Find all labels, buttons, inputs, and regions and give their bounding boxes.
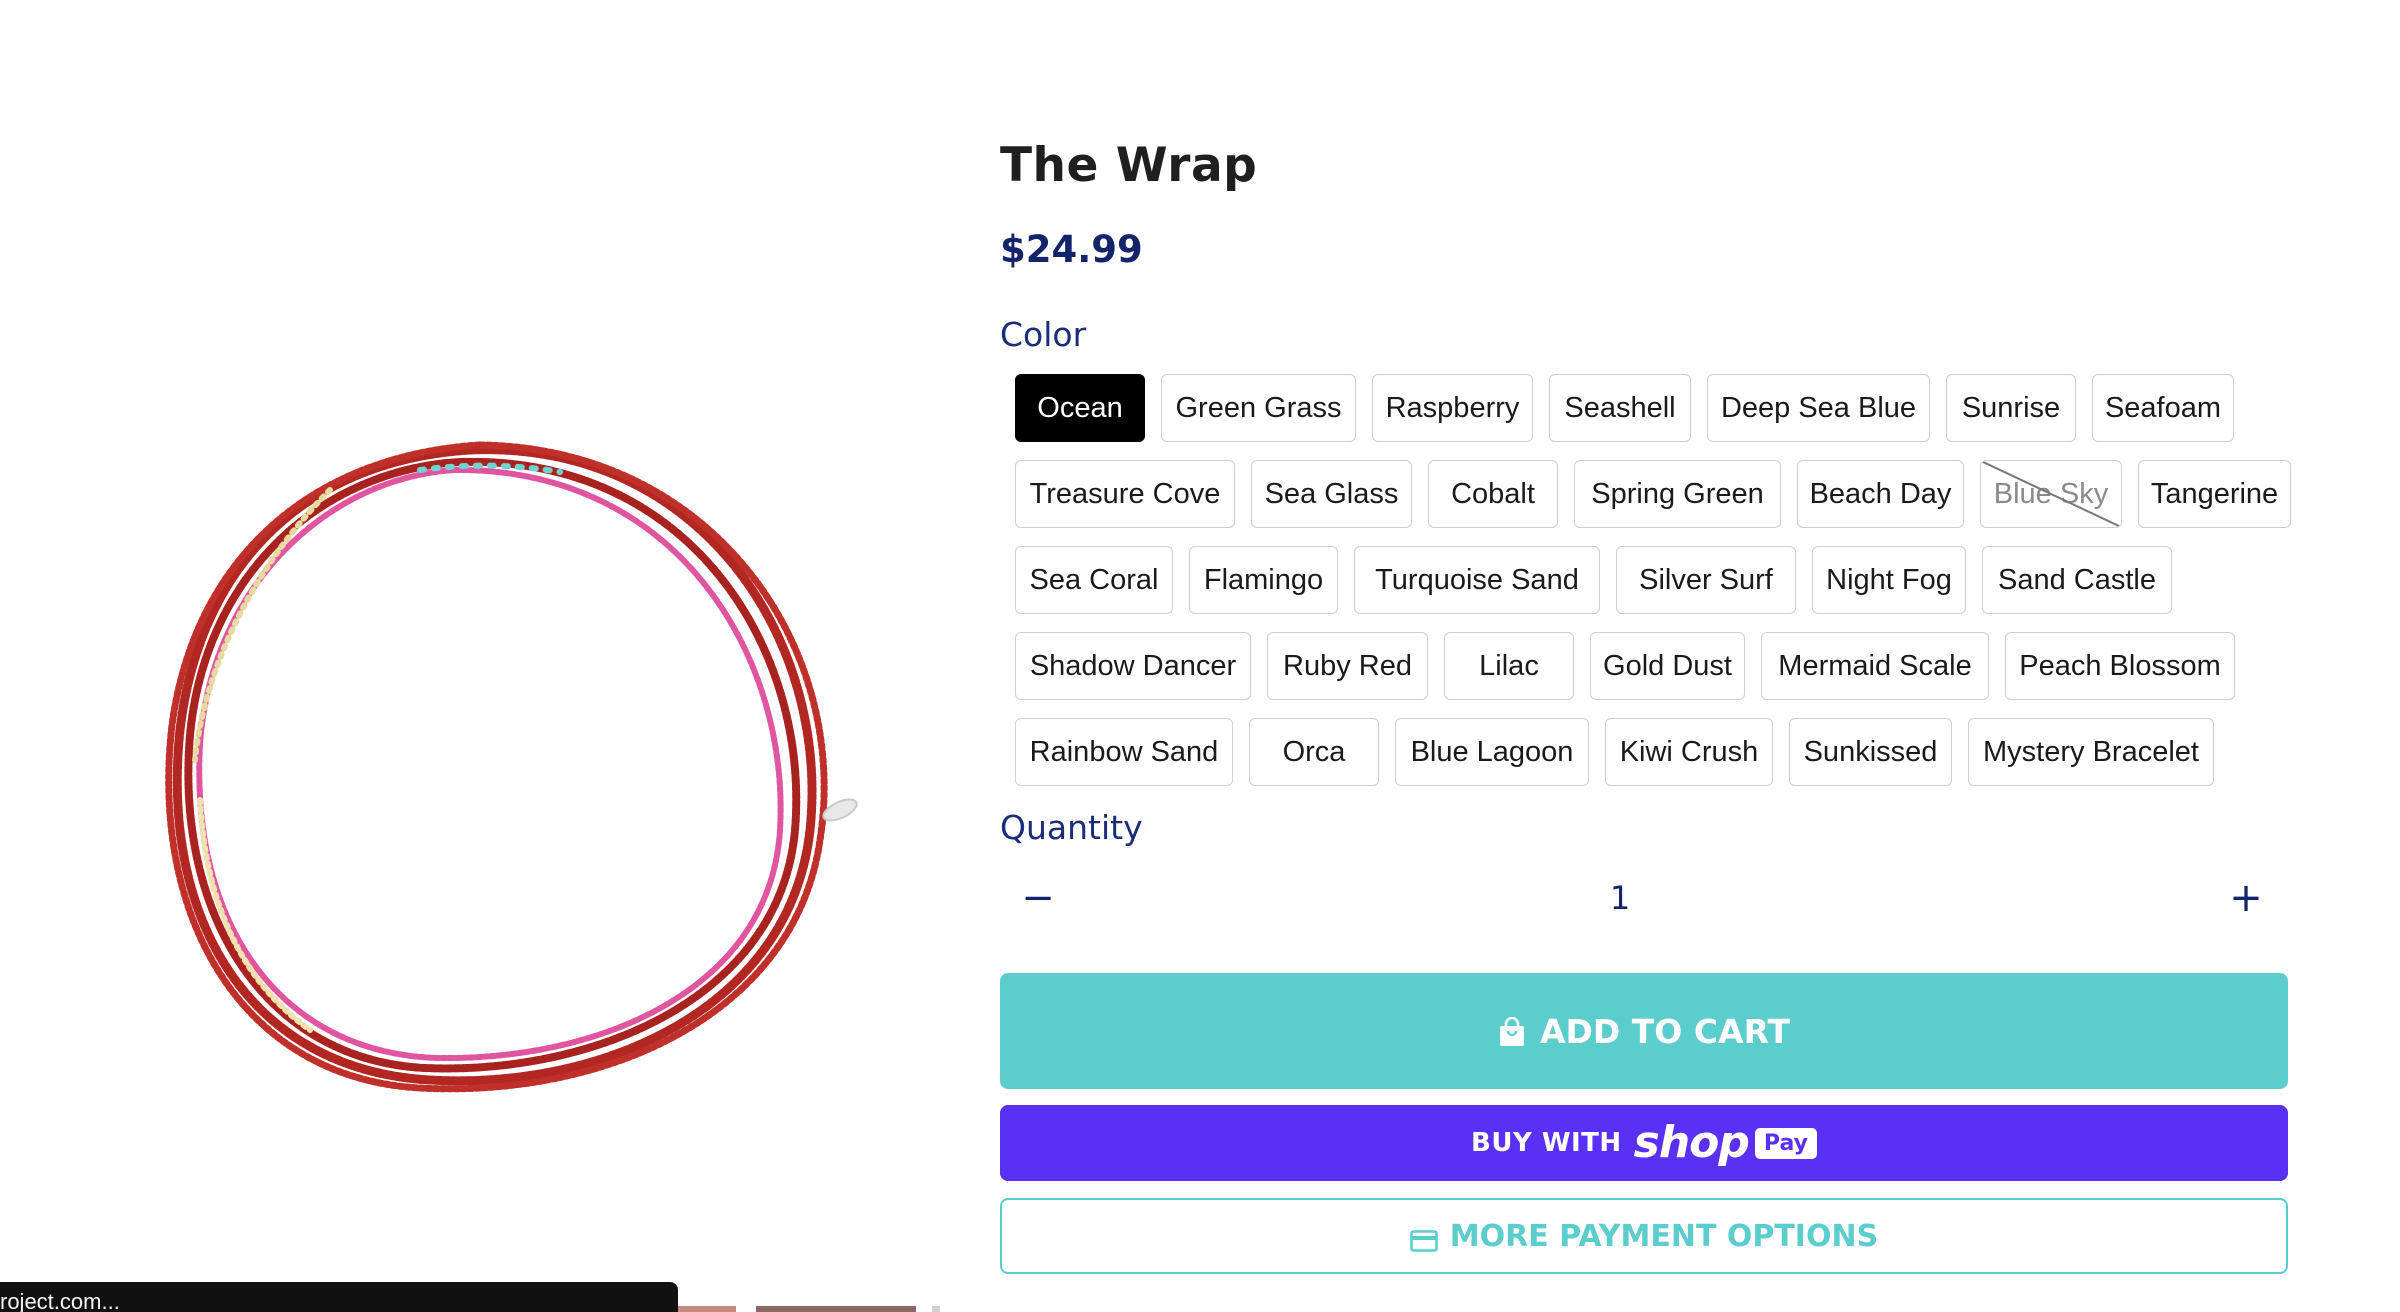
color-swatch[interactable]: Sea Glass xyxy=(1251,460,1412,528)
product-image[interactable] xyxy=(0,0,960,1312)
bracelet-image xyxy=(165,441,858,1093)
color-swatch[interactable]: Gold Dust xyxy=(1590,632,1745,700)
buy-with-shop-pay-button[interactable]: BUY WITH shop Pay xyxy=(1000,1105,2288,1181)
buy-with-label: BUY WITH xyxy=(1471,1128,1622,1158)
color-swatch[interactable]: Deep Sea Blue xyxy=(1707,374,1930,442)
color-swatch[interactable]: Treasure Cove xyxy=(1015,460,1235,528)
color-swatch[interactable]: Ocean xyxy=(1015,374,1145,442)
color-swatch[interactable]: Ruby Red xyxy=(1267,632,1428,700)
quantity-label: Quantity xyxy=(1000,808,1143,847)
thumbnail[interactable] xyxy=(670,1306,736,1312)
color-swatch[interactable]: Blue Sky xyxy=(1980,460,2122,528)
color-swatch[interactable]: Silver Surf xyxy=(1616,546,1796,614)
color-swatch[interactable]: Shadow Dancer xyxy=(1015,632,1251,700)
pay-badge: Pay xyxy=(1754,1127,1817,1159)
color-swatch[interactable]: Mystery Bracelet xyxy=(1968,718,2214,786)
thumbnail[interactable] xyxy=(932,1306,940,1312)
color-swatch-group: Ocean Green Grass Raspberry Seashell Dee… xyxy=(1000,0,2300,800)
add-to-cart-button[interactable]: ADD TO CART xyxy=(1000,973,2288,1089)
color-swatch[interactable]: Beach Day xyxy=(1797,460,1964,528)
color-swatch[interactable]: Orca xyxy=(1249,718,1379,786)
color-swatch[interactable]: Night Fog xyxy=(1812,546,1966,614)
more-payment-options-label: MORE PAYMENT OPTIONS xyxy=(1449,1218,1879,1254)
color-swatch[interactable]: Cobalt xyxy=(1428,460,1558,528)
color-swatch[interactable]: Blue Lagoon xyxy=(1395,718,1589,786)
increase-quantity-button[interactable]: + xyxy=(2214,866,2278,930)
color-swatch[interactable]: Spring Green xyxy=(1574,460,1781,528)
shop-logo: shop xyxy=(1633,1117,1750,1168)
decrease-quantity-button[interactable]: − xyxy=(1006,866,1070,930)
color-swatch[interactable]: Tangerine xyxy=(2138,460,2291,528)
thumbnail-strip xyxy=(670,1306,940,1312)
status-bar-link-preview: roject.com... xyxy=(0,1282,678,1312)
color-swatch[interactable]: Sand Castle xyxy=(1982,546,2172,614)
color-swatch[interactable]: Sunrise xyxy=(1946,374,2076,442)
color-swatch[interactable]: Raspberry xyxy=(1372,374,1533,442)
color-swatch[interactable]: Flamingo xyxy=(1189,546,1338,614)
credit-card-icon xyxy=(1409,1225,1438,1252)
product-info: The Wrap $24.99 Color Ocean Green Grass … xyxy=(1000,0,2300,1312)
add-to-cart-label: ADD TO CART xyxy=(1539,1011,1791,1051)
color-swatch[interactable]: Mermaid Scale xyxy=(1761,632,1989,700)
thumbnail[interactable] xyxy=(756,1306,916,1312)
color-swatch[interactable]: Kiwi Crush xyxy=(1605,718,1773,786)
color-swatch[interactable]: Turquoise Sand xyxy=(1354,546,1600,614)
color-swatch[interactable]: Green Grass xyxy=(1161,374,1356,442)
color-swatch[interactable]: Sunkissed xyxy=(1789,718,1952,786)
quantity-stepper: − + xyxy=(1000,866,2285,930)
color-swatch[interactable]: Lilac xyxy=(1444,632,1574,700)
color-swatch[interactable]: Sea Coral xyxy=(1015,546,1173,614)
more-payment-options-button[interactable]: MORE PAYMENT OPTIONS xyxy=(1000,1198,2288,1274)
quantity-input[interactable] xyxy=(1300,866,1940,930)
color-swatch[interactable]: Rainbow Sand xyxy=(1015,718,1233,786)
color-swatch[interactable]: Peach Blossom xyxy=(2005,632,2235,700)
shopping-bag-icon xyxy=(1498,1016,1526,1046)
color-swatch[interactable]: Seafoam xyxy=(2092,374,2234,442)
color-swatch[interactable]: Seashell xyxy=(1549,374,1691,442)
